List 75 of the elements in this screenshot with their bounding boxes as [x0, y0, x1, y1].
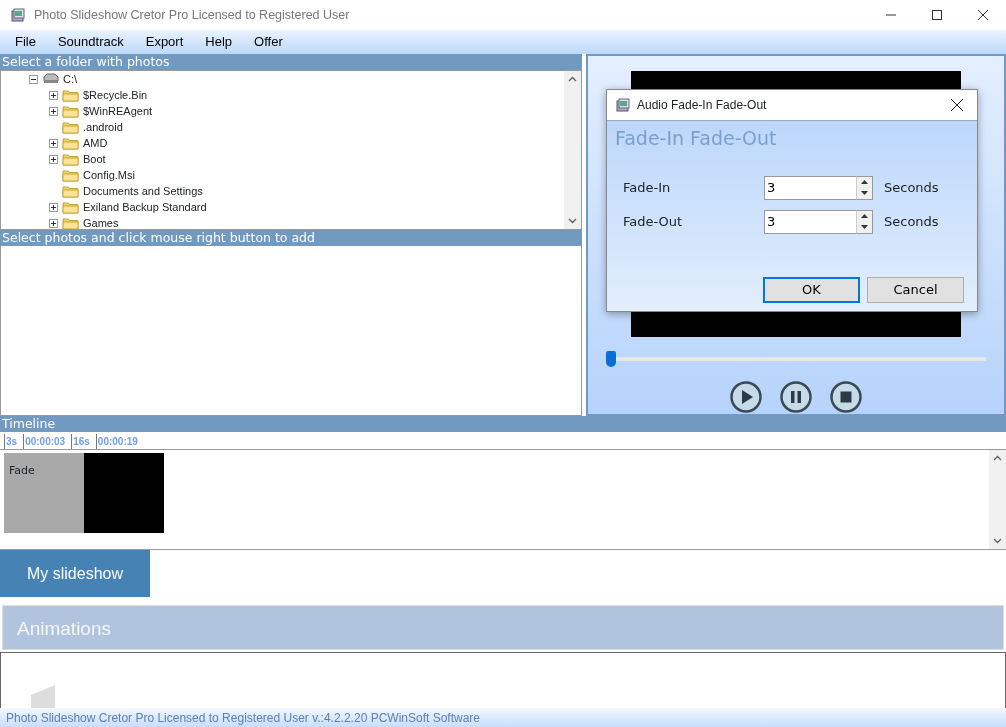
expand-icon[interactable]: [49, 106, 58, 116]
transition-clip[interactable]: Fade: [4, 453, 84, 533]
app-icon: [615, 97, 631, 113]
number-field[interactable]: 3: [764, 209, 856, 234]
menu-item[interactable]: File: [4, 32, 47, 52]
status-text: Photo Slideshow Cretor Pro Licensed to Registered User v.:4.2.2.20 PCWinSoft Software: [0, 708, 1006, 727]
animations-bar: Animations: [2, 605, 1004, 650]
spin-up-icon[interactable]: [861, 214, 868, 218]
tree-item[interactable]: C:\: [63, 71, 78, 88]
scroll-down-icon[interactable]: [568, 218, 577, 224]
menu-item[interactable]: Export: [134, 32, 195, 52]
tree-item[interactable]: AMD: [83, 134, 108, 152]
tree-item[interactable]: $WinREAgent: [83, 102, 153, 120]
scrollbar[interactable]: [989, 450, 1006, 549]
ruler-label: 00:00:19: [95, 434, 144, 449]
folder-icon: [62, 104, 79, 118]
close-icon[interactable]: [951, 99, 963, 111]
panel-header: Select a folder with photos: [0, 54, 582, 70]
ruler-label: 00:00:03: [23, 434, 72, 449]
menu-item[interactable]: Soundtrack: [46, 32, 135, 52]
folder-icon: [62, 136, 79, 150]
folder-icon: [62, 152, 79, 166]
dialog-heading: Fade-In Fade-Out: [614, 126, 778, 151]
folder-icon: [62, 184, 79, 198]
menu-item[interactable]: Offer: [243, 32, 294, 52]
field-label: Fade-In: [622, 178, 672, 197]
folder-icon: [62, 88, 79, 102]
unit-label: Seconds: [884, 212, 939, 231]
ruler-label: 3s: [4, 434, 24, 449]
panel-header: Select photos and click mouse right button to add: [0, 230, 582, 246]
spin-down-icon[interactable]: [861, 191, 868, 195]
dialog-title: Audio Fade-In Fade-Out: [637, 97, 767, 114]
folder-icon: [62, 120, 79, 134]
tree-item[interactable]: Exiland Backup Standard: [83, 198, 207, 216]
expand-icon[interactable]: [49, 138, 58, 148]
tab[interactable]: My slideshow: [0, 550, 150, 597]
app-icon: [10, 7, 26, 23]
spin-down-icon[interactable]: [861, 225, 868, 229]
scroll-up-icon[interactable]: [568, 76, 577, 82]
expand-icon[interactable]: [49, 218, 58, 228]
number-field[interactable]: 3: [764, 175, 856, 200]
scroll-down-icon[interactable]: [993, 538, 1002, 544]
tree-item[interactable]: Games: [83, 214, 119, 229]
window-title: Photo Slideshow Cretor Pro Licensed to Registered User: [34, 6, 350, 24]
folder-icon: [62, 168, 79, 182]
ruler-label: 16s: [71, 434, 96, 449]
folder-icon: [62, 216, 79, 229]
tree-item[interactable]: .android: [83, 118, 123, 136]
clip-label: Fade: [9, 463, 35, 479]
ok-button[interactable]: OK: [763, 276, 860, 303]
unit-label: Seconds: [884, 178, 939, 197]
field-label: Fade-Out: [622, 212, 684, 231]
collapse-icon[interactable]: [29, 74, 38, 84]
drive-icon: [42, 73, 59, 85]
expand-icon[interactable]: [49, 202, 58, 212]
menu-item[interactable]: Help: [194, 32, 244, 52]
tree-item[interactable]: Documents and Settings: [83, 182, 203, 200]
play-icon[interactable]: [730, 381, 762, 413]
expand-icon[interactable]: [49, 154, 58, 164]
scroll-up-icon[interactable]: [993, 455, 1002, 461]
spin-buttons[interactable]: [856, 209, 873, 234]
cancel-button[interactable]: Cancel: [867, 276, 964, 303]
panel-header: Timeline: [0, 416, 1006, 432]
pause-icon[interactable]: [780, 381, 812, 413]
seek-thumb[interactable]: [606, 351, 616, 367]
tree-item[interactable]: Config.Msi: [83, 166, 135, 184]
slide-clip[interactable]: [84, 453, 164, 533]
stop-icon[interactable]: [830, 381, 862, 413]
spin-buttons[interactable]: [856, 175, 873, 200]
expand-icon[interactable]: [49, 90, 58, 100]
scrollbar[interactable]: [564, 71, 581, 229]
folder-icon: [62, 200, 79, 214]
tree-item[interactable]: $Recycle.Bin: [83, 86, 148, 104]
tree-item[interactable]: Boot: [83, 150, 106, 168]
spin-up-icon[interactable]: [861, 180, 868, 184]
